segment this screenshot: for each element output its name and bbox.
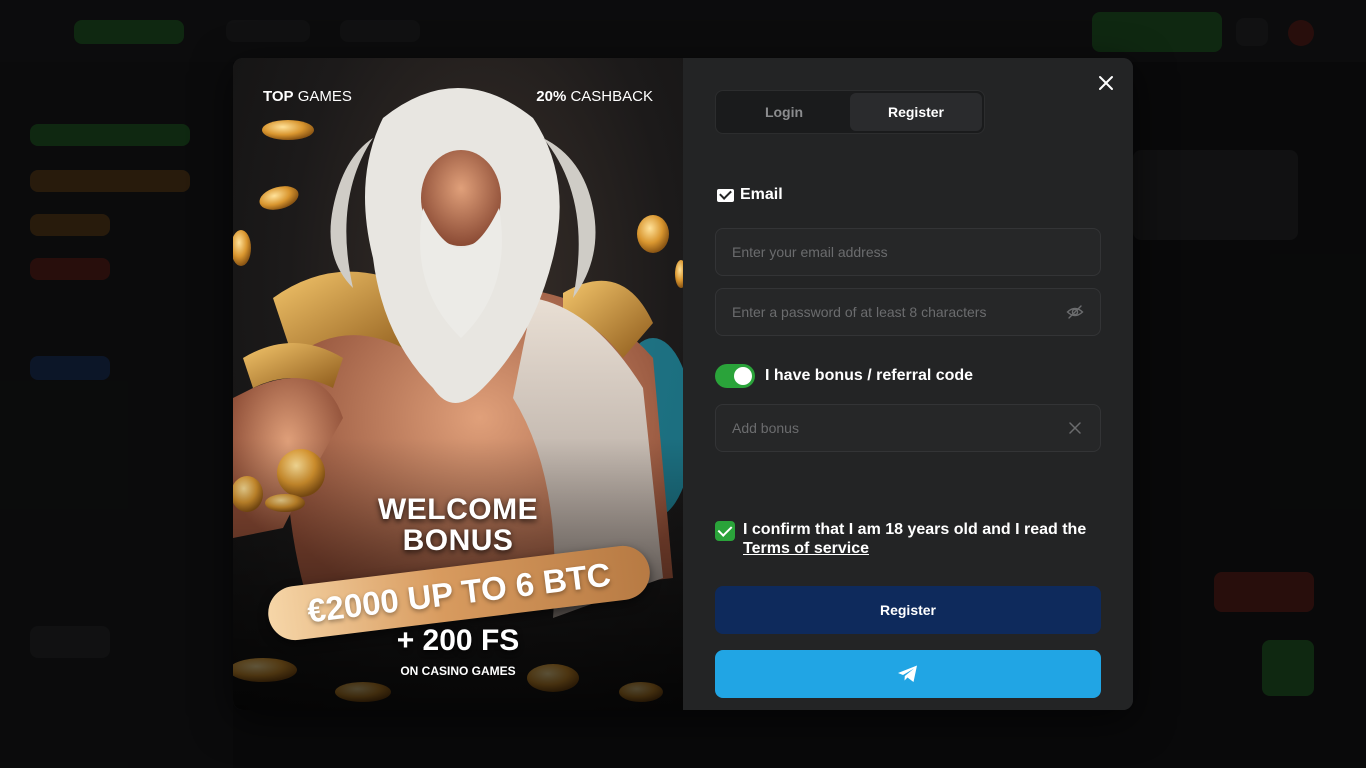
close-icon[interactable]	[1095, 72, 1117, 94]
register-form: Login Register Email I have bonus / refe…	[683, 58, 1133, 710]
envelope-icon	[717, 188, 734, 202]
auth-tabs: Login Register	[715, 90, 985, 134]
email-label-text: Email	[740, 186, 783, 203]
tab-register[interactable]: Register	[850, 93, 982, 131]
bonus-code-toggle[interactable]	[715, 364, 755, 388]
free-spins-subtitle: ON CASINO GAMES	[400, 664, 516, 678]
clear-icon[interactable]	[1066, 419, 1084, 437]
age-confirm-checkbox[interactable]	[715, 521, 735, 541]
top-games-label: TOP GAMES	[263, 88, 352, 105]
email-method-label: Email	[717, 186, 783, 204]
age-confirm-row: I confirm that I am 18 years old and I r…	[715, 520, 1105, 558]
age-confirm-text-block: I confirm that I am 18 years old and I r…	[743, 520, 1086, 558]
age-confirm-text: I confirm that I am 18 years old and I r…	[743, 521, 1087, 538]
welcome-line-1: WELCOME	[377, 493, 539, 526]
register-button[interactable]: Register	[715, 586, 1101, 634]
bonus-code-input[interactable]	[732, 420, 1066, 436]
telegram-login-button[interactable]	[715, 650, 1101, 698]
email-input[interactable]	[732, 244, 1084, 260]
password-input[interactable]	[732, 304, 1066, 320]
promo-panel: TOP GAMES 20% CASHBACK WELCOME BONUS €20…	[233, 58, 683, 710]
free-spins-amount: + 200 FS	[396, 624, 520, 657]
cashback-label: 20% CASHBACK	[536, 88, 653, 105]
bonus-code-toggle-row: I have bonus / referral code	[715, 364, 973, 388]
tab-login[interactable]: Login	[718, 93, 850, 131]
terms-of-service-link[interactable]: Terms of service	[743, 540, 869, 557]
email-field-wrapper	[715, 228, 1101, 276]
telegram-icon	[898, 665, 917, 682]
register-modal: TOP GAMES 20% CASHBACK WELCOME BONUS €20…	[233, 58, 1133, 710]
bonus-code-toggle-label: I have bonus / referral code	[765, 367, 974, 384]
bonus-field-wrapper	[715, 404, 1101, 452]
password-field-wrapper	[715, 288, 1101, 336]
eye-hidden-icon[interactable]	[1066, 303, 1084, 321]
